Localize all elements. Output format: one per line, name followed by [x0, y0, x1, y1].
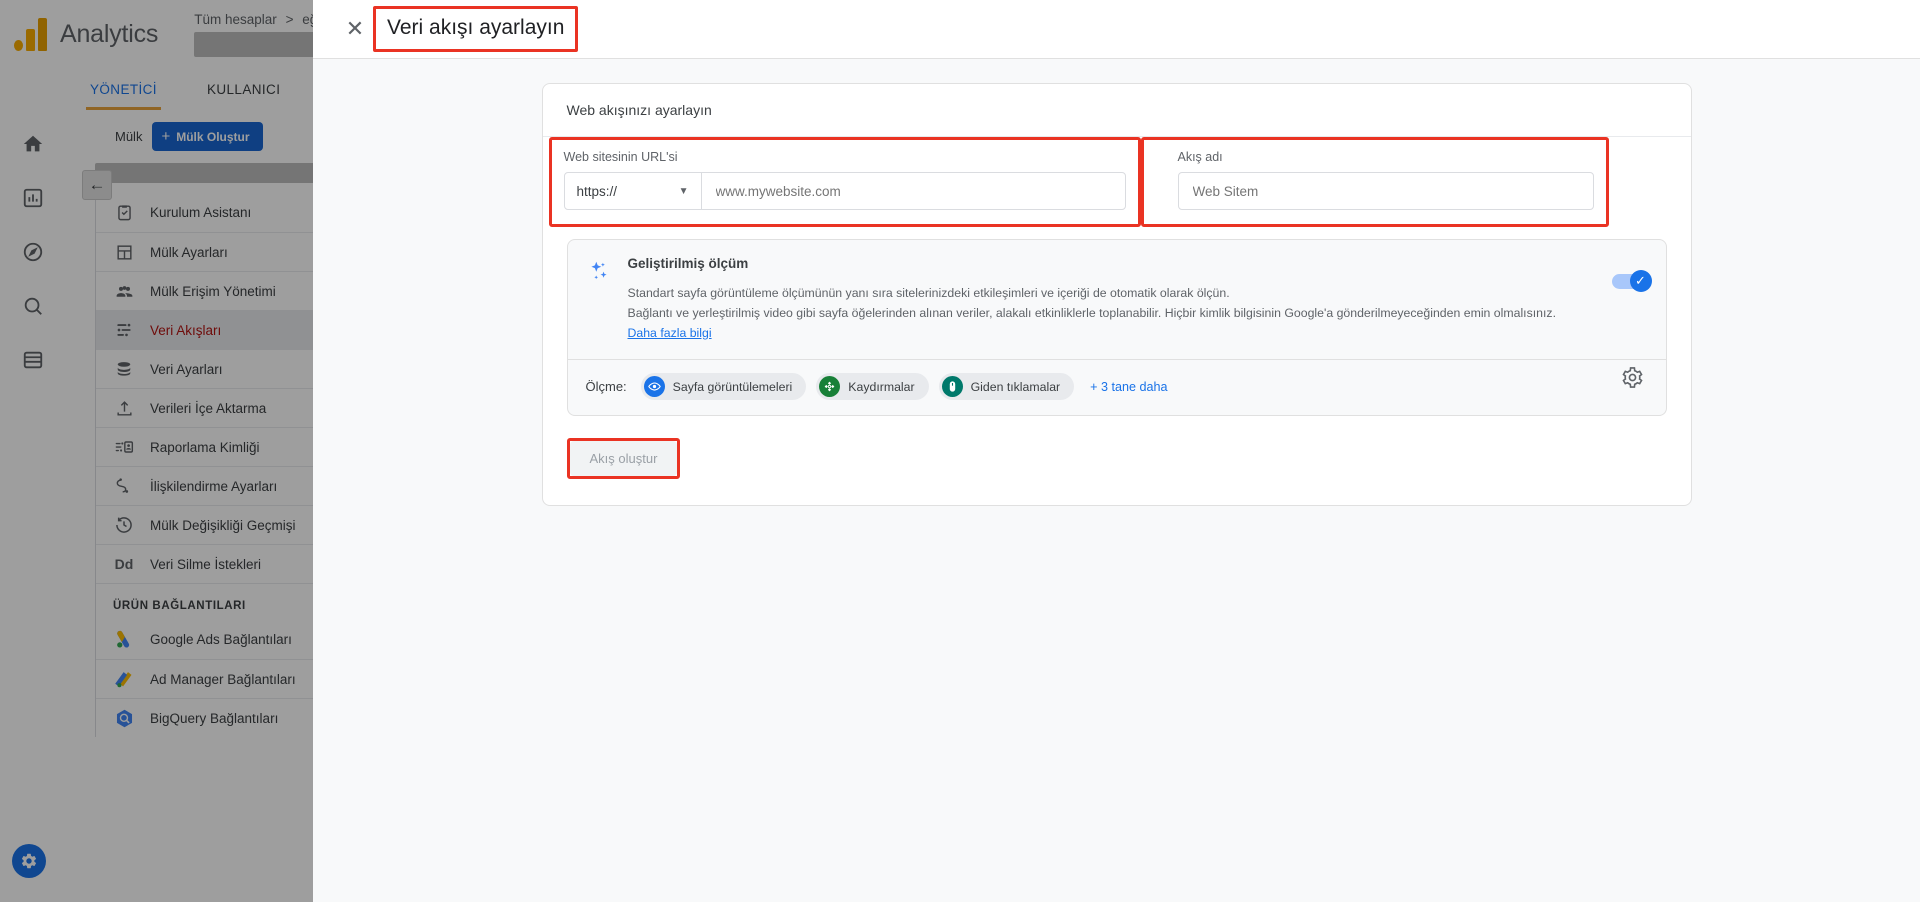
stream-name-field-highlight: Akış adı: [1140, 137, 1609, 227]
enhanced-measurement-toggle[interactable]: ✓: [1611, 270, 1652, 292]
dialog-body: Web akışınızı ayarlayın Web sitesinin UR…: [313, 59, 1920, 902]
url-input-group: https:// ▼: [563, 172, 1126, 210]
page-title: Veri akışı ayarlayın: [387, 16, 565, 39]
google-ads-icon: [113, 629, 135, 651]
stream-name-field: Akış adı: [1166, 140, 1606, 224]
scheme-value: https://: [576, 183, 618, 199]
gear-icon[interactable]: [1621, 366, 1644, 394]
configure-icon[interactable]: [13, 340, 53, 380]
url-field-highlight: Web sitesinin URL'si https:// ▼: [548, 137, 1141, 227]
enhanced-measurement-title: Geliştirilmiş ölçüm: [627, 256, 749, 271]
database-icon: [113, 358, 135, 380]
chip-outbound-clicks[interactable]: Giden tıklamalar: [938, 373, 1075, 400]
stream-fields-row: Web sitesinin URL'si https:// ▼ www.mywe…: [543, 137, 1691, 227]
sidebar-item-label: Raporlama Kimliği: [150, 439, 260, 455]
data-streams-icon: [113, 319, 135, 341]
stream-name-input[interactable]: [1177, 172, 1594, 210]
more-measurements-link[interactable]: + 3 tane daha: [1090, 380, 1167, 394]
submit-row: Akış oluştur: [543, 416, 1691, 505]
create-property-label: Mülk Oluştur: [176, 129, 250, 144]
website-url-label: Web sitesinin URL'si: [563, 150, 678, 164]
breadcrumb-separator: >: [285, 11, 294, 27]
website-url-field: Web sitesinin URL'si https:// ▼: [552, 140, 1138, 224]
dd-icon: Dd: [113, 553, 135, 575]
google-analytics-logo-icon: [14, 17, 47, 51]
attribution-icon: [113, 475, 135, 497]
admin-gear-icon[interactable]: [12, 844, 46, 878]
sidebar-item-label: Mülk Erişim Yönetimi: [150, 283, 276, 299]
sidebar-item-label: Google Ads Bağlantıları: [150, 632, 292, 647]
measurement-chips-row: Ölçme: Sayfa görüntülemeleri Kaydırmalar…: [586, 360, 1648, 415]
home-icon[interactable]: [13, 124, 53, 164]
dd-glyph: Dd: [114, 556, 134, 572]
measure-label: Ölçme:: [585, 379, 627, 394]
bigquery-icon: [113, 707, 135, 729]
sidebar-item-label: İlişkilendirme Ayarları: [150, 478, 278, 494]
enhanced-measurement-desc-line1: Standart sayfa görüntüleme ölçümünün yan…: [627, 286, 1230, 300]
sparkle-icon: [586, 256, 612, 343]
setup-data-stream-dialog: ✕ Veri akışı ayarlayın Web akışınızı aya…: [313, 0, 1920, 902]
learn-more-link[interactable]: Daha fazla bilgi: [628, 326, 712, 340]
history-icon: [113, 514, 135, 536]
people-icon: [113, 280, 135, 302]
chip-label: Kaydırmalar: [848, 379, 915, 394]
toggle-knob: ✓: [1629, 270, 1652, 292]
advertising-icon[interactable]: [13, 286, 53, 326]
create-property-button[interactable]: + Mülk Oluştur: [152, 122, 263, 151]
tab-yonetici-label: YÖNETİCİ: [90, 81, 157, 97]
chip-label: Giden tıklamalar: [970, 379, 1061, 394]
arrow-left-icon[interactable]: ←: [82, 170, 112, 200]
chevron-down-icon: ▼: [678, 185, 689, 197]
scroll-icon: [819, 376, 841, 397]
sidebar-item-label: BigQuery Bağlantıları: [150, 710, 279, 726]
brand-title: Analytics: [60, 19, 159, 48]
sidebar-item-label: Veri Ayarları: [150, 361, 223, 377]
sidebar-item-label: Kurulum Asistanı: [150, 205, 252, 220]
layout-icon: [113, 241, 135, 263]
upload-icon: [113, 397, 135, 419]
dialog-title-highlight: Veri akışı ayarlayın: [373, 6, 579, 52]
reports-icon[interactable]: [13, 178, 53, 218]
stream-name-label: Akış adı: [1177, 150, 1223, 164]
card-title: Web akışınızı ayarlayın: [542, 84, 1691, 137]
plus-icon: +: [161, 128, 171, 145]
left-nav-rail: [0, 110, 66, 902]
enhanced-measurement-desc-line2: Bağlantı ve yerleştirilmiş video gibi sa…: [627, 306, 1557, 320]
sidebar-item-label: Mülk Ayarları: [150, 244, 228, 260]
toggle-check-icon: ✓: [1635, 273, 1646, 288]
explore-icon[interactable]: [13, 232, 53, 272]
sidebar-item-label: Veri Akışları: [150, 322, 222, 338]
eye-icon: [643, 376, 665, 397]
scheme-select[interactable]: https:// ▼: [565, 173, 702, 209]
website-url-input[interactable]: [701, 173, 1125, 209]
close-icon[interactable]: ✕: [341, 15, 369, 43]
create-stream-highlight: Akış oluştur: [566, 438, 681, 479]
dialog-header: ✕ Veri akışı ayarlayın: [313, 0, 1920, 59]
ad-manager-icon: [113, 668, 135, 690]
tab-kullanici[interactable]: KULLANICI: [203, 68, 284, 110]
create-stream-button[interactable]: Akış oluştur: [569, 441, 678, 476]
enhanced-measurement-card: Geliştirilmiş ölçüm Standart sayfa görün…: [566, 239, 1667, 416]
chip-page-views[interactable]: Sayfa görüntülemeleri: [640, 373, 807, 400]
sidebar-item-label: Verileri İçe Aktarma: [150, 400, 267, 416]
identity-icon: [113, 436, 135, 458]
sidebar-item-label: Ad Manager Bağlantıları: [150, 671, 296, 687]
sidebar-item-label: Mülk Değişikliği Geçmişi: [150, 517, 296, 533]
web-stream-card: Web akışınızı ayarlayın Web sitesinin UR…: [541, 83, 1692, 506]
tab-yonetici[interactable]: YÖNETİCİ: [86, 68, 161, 110]
outbound-click-icon: [941, 376, 963, 397]
property-label: Mülk: [115, 129, 143, 144]
sidebar-item-label: Veri Silme İstekleri: [150, 556, 262, 572]
breadcrumb-all-accounts[interactable]: Tüm hesaplar: [194, 12, 277, 27]
chip-label: Sayfa görüntülemeleri: [672, 379, 793, 394]
tab-kullanici-label: KULLANICI: [206, 81, 281, 97]
chip-scrolls[interactable]: Kaydırmalar: [816, 373, 929, 400]
checklist-icon: [113, 202, 135, 224]
